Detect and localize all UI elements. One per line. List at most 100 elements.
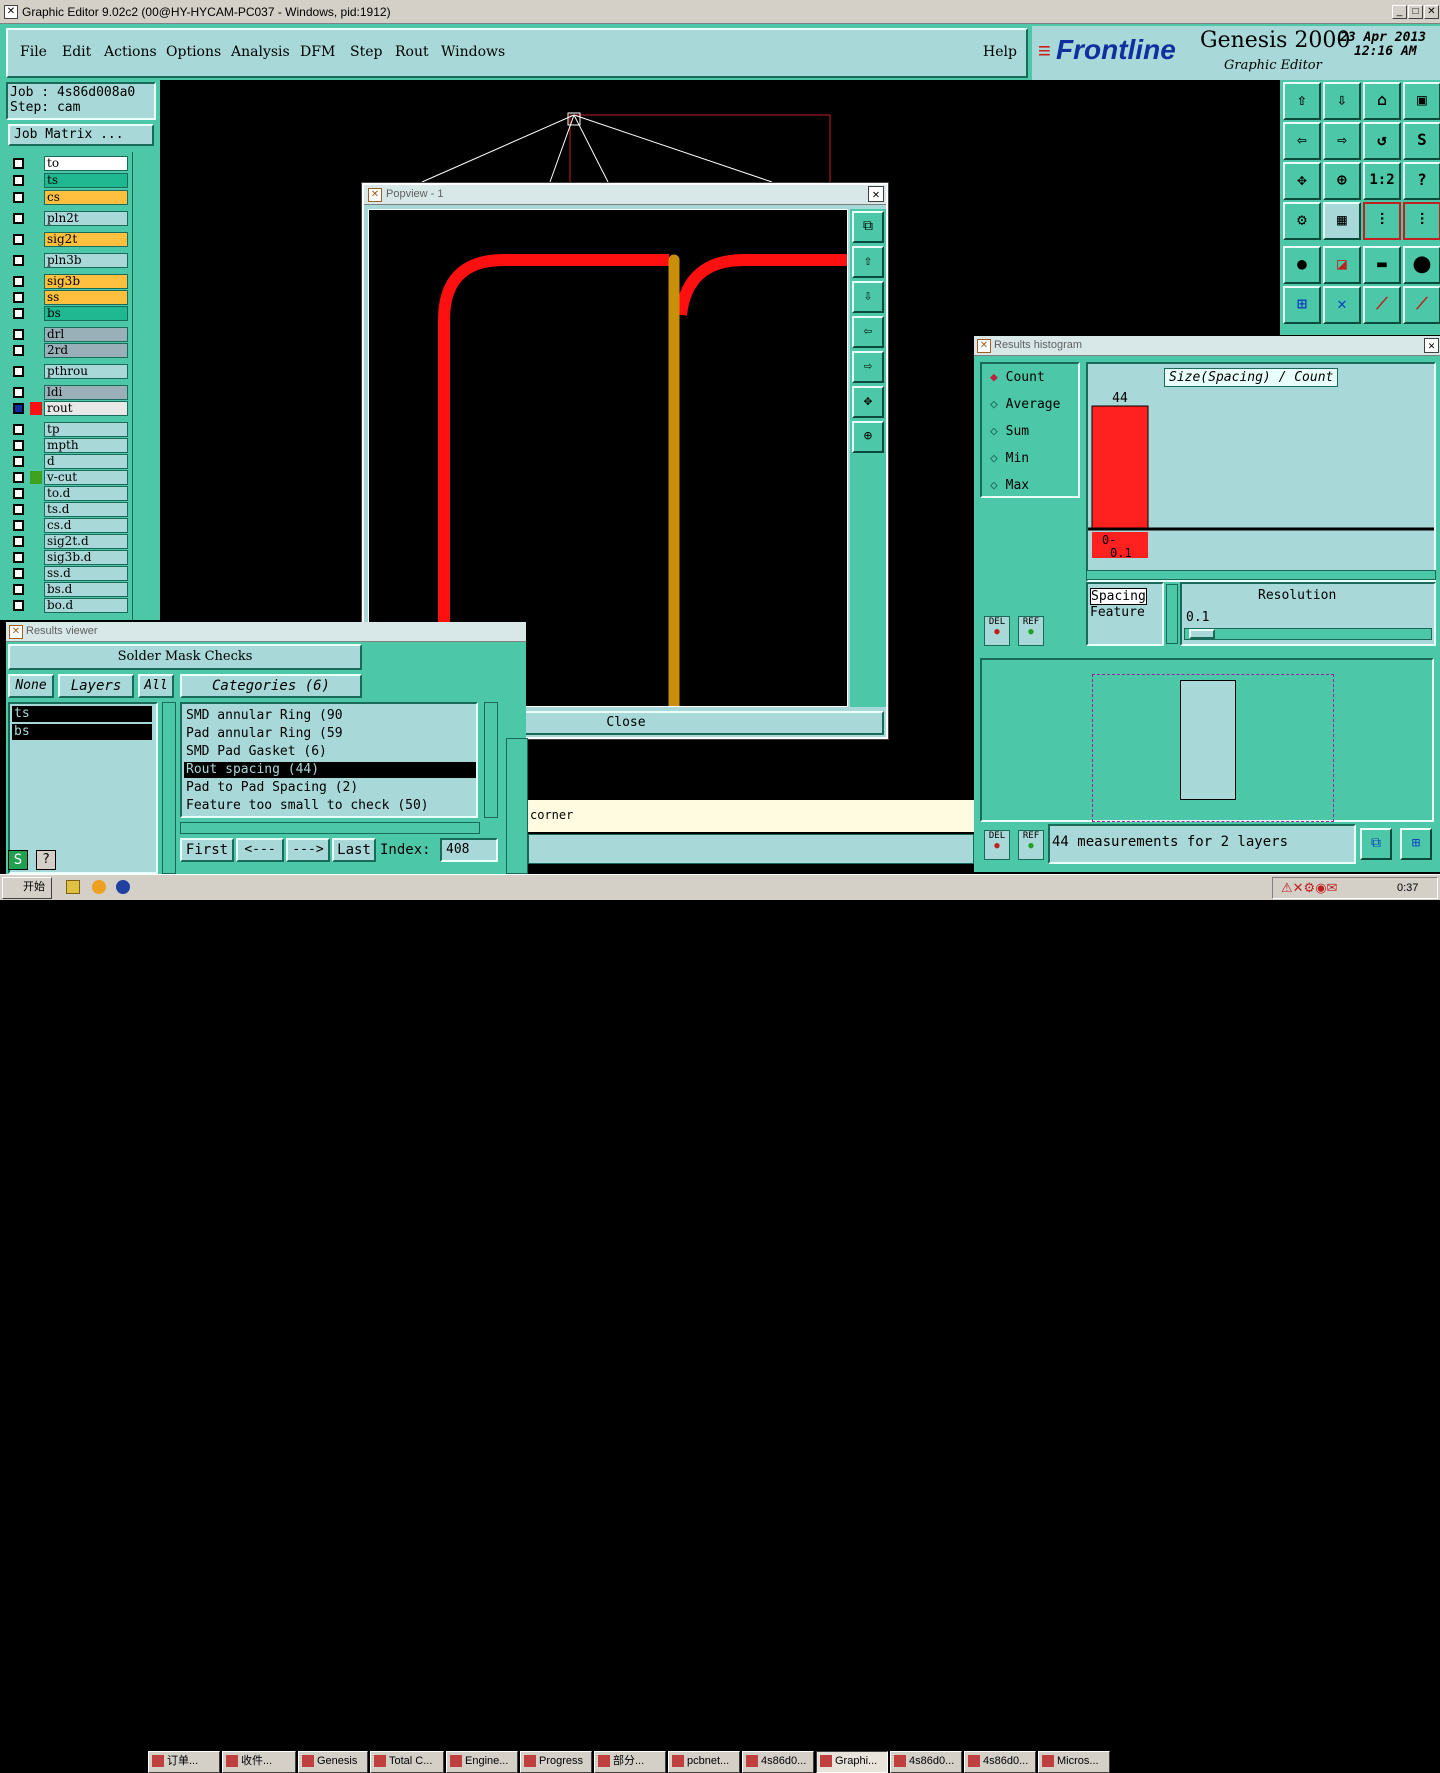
histogram-bar[interactable] xyxy=(1091,405,1149,529)
layer-checkbox[interactable] xyxy=(13,175,24,186)
window-view-icon[interactable]: ▣ xyxy=(1403,82,1440,120)
layer-checkbox[interactable] xyxy=(13,213,24,224)
layer-name[interactable]: pln3b xyxy=(44,253,128,268)
layer-checkbox[interactable] xyxy=(13,472,24,483)
resolution-slider-thumb[interactable] xyxy=(1189,629,1215,639)
quicklaunch-icon-2[interactable] xyxy=(92,880,106,894)
layer-row[interactable]: 2rd xyxy=(10,343,128,358)
layers-button[interactable]: Layers xyxy=(58,674,134,698)
grid-icon[interactable]: ▦ xyxy=(1323,202,1361,240)
last-button[interactable]: Last xyxy=(332,838,376,862)
layer-name[interactable]: bs xyxy=(44,306,128,321)
taskbar-button[interactable]: 订单... xyxy=(148,1751,220,1773)
layer-checkbox[interactable] xyxy=(13,584,24,595)
layer-row[interactable]: bs.d xyxy=(10,582,128,597)
layer-checkbox[interactable] xyxy=(13,456,24,467)
layer-name[interactable]: mpth xyxy=(44,438,128,453)
layer-row[interactable]: ldi xyxy=(10,385,128,400)
layer-checkbox[interactable] xyxy=(13,504,24,515)
spacing-label[interactable]: Spacing xyxy=(1090,588,1147,605)
layer-name[interactable]: bo.d xyxy=(44,598,128,613)
layer-name[interactable]: ts.d xyxy=(44,502,128,517)
start-button[interactable]: 开始 xyxy=(2,877,52,899)
layer-checkbox[interactable] xyxy=(13,552,24,563)
ruler-icon[interactable]: ▬ xyxy=(1363,246,1401,284)
layer-name[interactable]: pthrou xyxy=(44,364,128,379)
cross-icon[interactable]: ✕ xyxy=(1323,286,1361,324)
layer-checkbox[interactable] xyxy=(13,234,24,245)
layer-row[interactable]: cs xyxy=(10,190,128,205)
layer-row[interactable]: pln2t xyxy=(10,211,128,226)
layer-checkbox[interactable] xyxy=(13,255,24,266)
taskbar-button[interactable]: 4s86d0... xyxy=(890,1751,962,1773)
menu-actions[interactable]: Actions xyxy=(104,44,157,60)
status-s-icon[interactable]: S xyxy=(8,850,28,870)
taskbar-button[interactable]: 4s86d0... xyxy=(742,1751,814,1773)
layer-row[interactable]: to.d xyxy=(10,486,128,501)
layer-scrollbar[interactable] xyxy=(132,152,158,620)
layer-name[interactable]: ts xyxy=(44,173,128,188)
measure-icon[interactable]: ⫶ xyxy=(1363,202,1401,240)
mode-radio[interactable]: ◇ Max xyxy=(990,478,1029,493)
layer-row[interactable]: to xyxy=(10,156,128,171)
layer-row[interactable]: mpth xyxy=(10,438,128,453)
layer-checkbox[interactable] xyxy=(13,329,24,340)
layer-checkbox[interactable] xyxy=(13,366,24,377)
category-item[interactable]: SMD annular Ring (90 xyxy=(184,708,476,724)
layer-row[interactable]: pln3b xyxy=(10,253,128,268)
layer-row[interactable]: drl xyxy=(10,327,128,342)
layer-checkbox[interactable] xyxy=(13,345,24,356)
connect-icon[interactable]: ⊞ xyxy=(1283,286,1321,324)
layer-checkbox[interactable] xyxy=(13,440,24,451)
popview-left-icon[interactable]: ⇦ xyxy=(852,316,884,348)
job-matrix-button[interactable]: Job Matrix ... xyxy=(8,124,154,146)
menu-help[interactable]: Help xyxy=(983,44,1017,60)
layer-checkbox[interactable] xyxy=(13,600,24,611)
spacing-scrollbar[interactable] xyxy=(1166,584,1178,644)
layer-row[interactable]: ts.d xyxy=(10,502,128,517)
category-item[interactable]: SMD Pad Gasket (6) xyxy=(184,744,476,760)
del-button[interactable]: DEL ● xyxy=(984,830,1010,860)
layer-row[interactable]: v-cut xyxy=(10,470,128,485)
layer-checkbox[interactable] xyxy=(13,424,24,435)
snap-icon[interactable]: S xyxy=(1403,122,1440,160)
back-icon[interactable]: ↺ xyxy=(1363,122,1401,160)
minimize-button[interactable]: _ xyxy=(1392,5,1407,19)
help-small-icon[interactable]: ? xyxy=(36,850,56,870)
zoom-down-icon[interactable]: ⇩ xyxy=(1323,82,1361,120)
layer-name[interactable]: sig2t xyxy=(44,232,128,247)
result-layer-item[interactable]: ts xyxy=(12,706,152,722)
histogram-close-icon[interactable]: ✕ xyxy=(1424,338,1439,353)
layer-row[interactable]: pthrou xyxy=(10,364,128,379)
taskbar-button[interactable]: 部分... xyxy=(594,1751,666,1773)
layer-name[interactable]: v-cut xyxy=(44,470,128,485)
pad-icon[interactable]: ⬤ xyxy=(1403,246,1440,284)
popview-right-icon[interactable]: ⇨ xyxy=(852,351,884,383)
layer-row[interactable]: ss.d xyxy=(10,566,128,581)
layer-checkbox[interactable] xyxy=(13,403,24,414)
menu-analysis[interactable]: Analysis xyxy=(231,44,290,60)
layer-name[interactable]: 2rd xyxy=(44,343,128,358)
status-scrollbar[interactable] xyxy=(506,738,528,874)
del-button-top[interactable]: DEL ● xyxy=(984,616,1010,646)
menu-edit[interactable]: Edit xyxy=(62,44,91,60)
layer-name[interactable]: ss.d xyxy=(44,566,128,581)
layer-row[interactable]: rout xyxy=(10,401,128,416)
menu-file[interactable]: File xyxy=(20,44,47,60)
layer-checkbox[interactable] xyxy=(13,536,24,547)
layer-checkbox[interactable] xyxy=(13,488,24,499)
prev-button[interactable]: <--- xyxy=(236,838,284,862)
mode-radio[interactable]: ◇ Average xyxy=(990,397,1060,412)
menu-options[interactable]: Options xyxy=(166,44,221,60)
layer-row[interactable]: ss xyxy=(10,290,128,305)
menu-rout[interactable]: Rout xyxy=(395,44,429,60)
quicklaunch-icon-3[interactable] xyxy=(116,880,130,894)
scale-one-icon[interactable]: 1:2 xyxy=(1363,162,1401,200)
layer-checkbox[interactable] xyxy=(13,158,24,169)
layer-name[interactable]: sig2t.d xyxy=(44,534,128,549)
all-button[interactable]: All xyxy=(138,674,174,698)
line-point-icon[interactable]: ⟋ xyxy=(1363,286,1401,324)
layer-name[interactable]: drl xyxy=(44,327,128,342)
feature-label[interactable]: Feature xyxy=(1090,605,1160,620)
layer-checkbox[interactable] xyxy=(13,292,24,303)
